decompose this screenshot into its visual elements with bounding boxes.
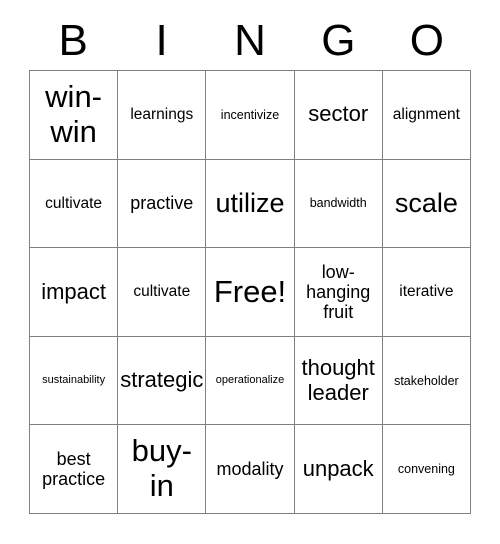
bingo-cell-label: low- hanging fruit — [306, 261, 371, 323]
bingo-cell-label: incentivize — [220, 107, 280, 122]
bingo-cell[interactable]: convening — [382, 425, 471, 514]
bingo-cell-label: bandwidth — [309, 196, 367, 211]
bingo-cell[interactable]: strategic — [118, 336, 207, 426]
bingo-cell-label: sector — [308, 101, 369, 127]
bingo-cell[interactable]: modality — [206, 425, 295, 514]
bingo-cell[interactable]: sustainability — [30, 336, 119, 426]
bingo-cell[interactable]: win- win — [30, 71, 119, 160]
bingo-cell-label: strategic — [120, 367, 204, 393]
bingo-cell-label: modality — [216, 459, 284, 480]
bingo-grid: win- win learnings incentivize sector al… — [29, 70, 471, 514]
bingo-cell[interactable]: cultivate — [30, 159, 119, 249]
bingo-cell[interactable]: buy- in — [118, 425, 207, 514]
bingo-cell[interactable]: alignment — [382, 71, 471, 160]
bingo-cell[interactable]: bandwidth — [294, 159, 383, 249]
bingo-cell-free[interactable]: Free! — [206, 248, 295, 337]
bingo-cell-label: operationalize — [215, 374, 285, 387]
bingo-cell[interactable]: iterative — [382, 248, 471, 337]
bingo-cell[interactable]: learnings — [118, 71, 207, 160]
bingo-cell[interactable]: stakeholder — [382, 336, 471, 426]
bingo-cell-label: scale — [394, 188, 458, 219]
bingo-cell-label: stakeholder — [394, 373, 459, 388]
header-letter-g: G — [321, 16, 356, 65]
bingo-cell-label: cultivate — [133, 283, 191, 301]
header-letter-b: B — [58, 16, 88, 65]
bingo-cell[interactable]: best practice — [30, 425, 119, 514]
bingo-cell[interactable]: incentivize — [206, 71, 295, 160]
header-letter-o: O — [409, 16, 444, 65]
header-letter-i: I — [155, 16, 168, 65]
bingo-cell[interactable]: unpack — [294, 425, 383, 514]
bingo-cell[interactable]: impact — [30, 248, 119, 337]
bingo-cell[interactable]: thought leader — [294, 336, 383, 426]
bingo-cell-label: impact — [41, 278, 106, 304]
bingo-cell-label: utilize — [215, 188, 285, 219]
bingo-card: B I N G O win- win learnings incentivize… — [0, 0, 500, 544]
bingo-cell-label: sustainability — [42, 374, 106, 387]
bingo-cell-label: win- win — [45, 79, 103, 149]
bingo-cell-label: practive — [130, 193, 194, 214]
bingo-cell-label: convening — [397, 462, 455, 477]
bingo-cell-label: best practice — [42, 449, 106, 490]
bingo-cell-label: Free! — [213, 273, 287, 309]
bingo-cell[interactable]: cultivate — [118, 248, 207, 337]
bingo-cell[interactable]: low- hanging fruit — [294, 248, 383, 337]
bingo-cell[interactable]: scale — [382, 159, 471, 249]
bingo-header-row: B I N G O — [29, 14, 471, 68]
bingo-cell[interactable]: utilize — [206, 159, 295, 249]
bingo-cell-label: learnings — [130, 106, 194, 124]
bingo-cell[interactable]: practive — [118, 159, 207, 249]
bingo-cell[interactable]: sector — [294, 71, 383, 160]
bingo-cell-label: cultivate — [45, 194, 103, 212]
bingo-cell-label: unpack — [302, 455, 374, 481]
header-letter-n: N — [234, 16, 266, 65]
bingo-cell-label: iterative — [399, 283, 454, 301]
bingo-cell-label: alignment — [392, 106, 460, 124]
bingo-cell-label: thought leader — [301, 354, 375, 405]
bingo-cell-label: buy- in — [131, 433, 192, 504]
bingo-cell[interactable]: operationalize — [206, 336, 295, 426]
